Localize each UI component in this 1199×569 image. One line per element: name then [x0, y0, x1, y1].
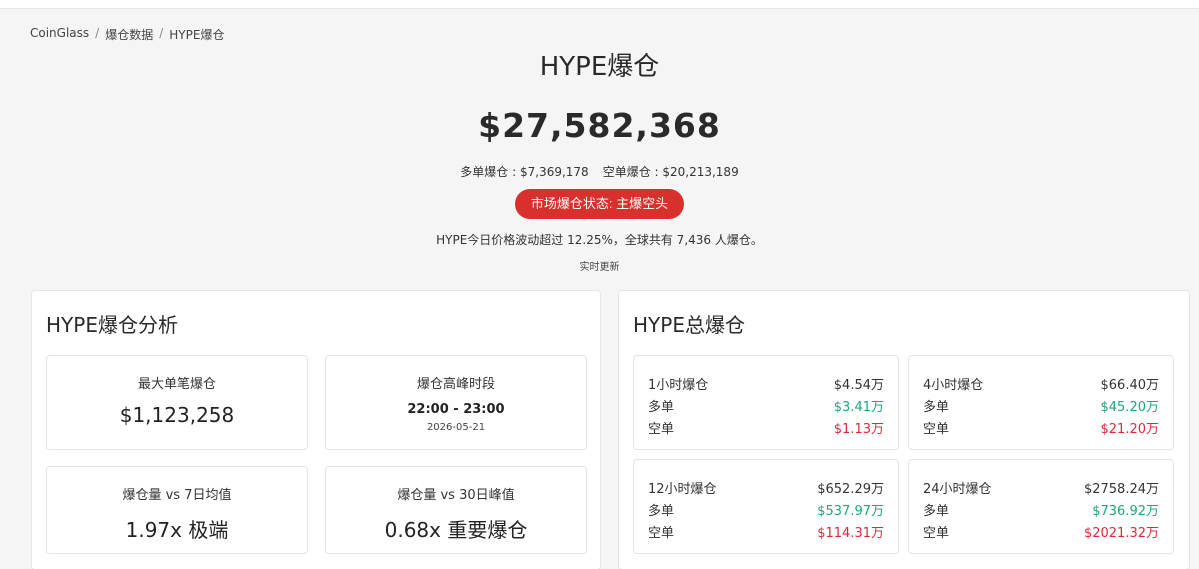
total-liquidation-panel: HYPE总爆仓 1小时爆仓 $4.54万 多单 $3.41万 空单 $1.13万 4小… [618, 290, 1190, 569]
long-row: 多单 $45.20万 [923, 396, 1159, 415]
breadcrumb-separator: / [95, 26, 100, 40]
short-row: 空单 $21.20万 [923, 418, 1159, 437]
card-date: 2026-05-21 [426, 422, 486, 433]
card-label: 12小时爆仓 [648, 482, 717, 497]
long-value: $3.41万 [833, 400, 884, 415]
liquidation-analysis-panel: HYPE爆仓分析 最大单笔爆仓 $1,123,258 爆仓高峰时段 22:00 … [31, 290, 601, 569]
long-label: 多单 [648, 400, 675, 415]
status-wrap: 市场爆仓状态: 主爆空头 [0, 189, 1199, 219]
short-value: $1.13万 [833, 422, 884, 437]
card-label: 爆仓量 vs 30日峰值 [397, 488, 515, 503]
long-value: $736.92万 [1092, 504, 1159, 519]
total-value: $4.54万 [833, 378, 884, 393]
total-row: 4小时爆仓 $66.40万 [923, 374, 1159, 393]
short-value: $114.31万 [817, 526, 884, 541]
liquidation-1h-card: 1小时爆仓 $4.54万 多单 $3.41万 空单 $1.13万 [633, 355, 899, 450]
page-title: HYPE爆仓 [539, 52, 660, 82]
card-label: 爆仓量 vs 7日均值 [122, 488, 232, 503]
volatility-description: HYPE今日价格波动超过 12.25%，全球共有 7,436 人爆仓。 [436, 233, 763, 247]
total-value: $652.29万 [817, 482, 884, 497]
short-liquidation-text: 空单爆仓 : $20,213,189 [602, 165, 739, 179]
long-label: 多单 [923, 400, 950, 415]
total-row: 12小时爆仓 $652.29万 [648, 478, 884, 497]
long-row: 多单 $3.41万 [648, 396, 884, 415]
analysis-title: HYPE爆仓分析 [46, 313, 178, 337]
card-value: 22:00 - 23:00 [407, 402, 505, 417]
short-row: 空单 $114.31万 [648, 522, 884, 541]
total-value: $2758.24万 [1083, 482, 1159, 497]
card-label: 24小时爆仓 [923, 482, 992, 497]
liquidation-4h-card: 4小时爆仓 $66.40万 多单 $45.20万 空单 $21.20万 [908, 355, 1174, 450]
breadcrumb: CoinGlass / 爆仓数据 / HYPE爆仓 [30, 26, 224, 43]
top-bar [0, 0, 1199, 9]
short-label: 空单 [648, 422, 675, 437]
card-value: $1,123,258 [119, 403, 235, 427]
short-label: 空单 [923, 526, 950, 541]
long-row: 多单 $537.97万 [648, 500, 884, 519]
total-value: $66.40万 [1100, 378, 1160, 393]
long-label: 多单 [648, 504, 675, 519]
long-label: 多单 [923, 504, 950, 519]
total-liquidation-title: HYPE总爆仓 [633, 313, 745, 337]
short-label: 空单 [648, 526, 675, 541]
long-short-split: 多单爆仓 : $7,369,178 空单爆仓 : $20,213,189 [0, 163, 1199, 180]
total-row: 24小时爆仓 $2758.24万 [923, 478, 1159, 497]
short-row: 空单 $1.13万 [648, 418, 884, 437]
card-label: 4小时爆仓 [923, 378, 984, 393]
long-row: 多单 $736.92万 [923, 500, 1159, 519]
card-label: 1小时爆仓 [648, 378, 709, 393]
short-label: 空单 [923, 422, 950, 437]
card-value: 1.97x 极端 [125, 518, 229, 542]
market-status-badge[interactable]: 市场爆仓状态: 主爆空头 [514, 189, 685, 219]
short-value: $2021.32万 [1083, 526, 1159, 541]
long-liquidation-text: 多单爆仓 : $7,369,178 [460, 165, 589, 179]
total-row: 1小时爆仓 $4.54万 [648, 374, 884, 393]
breadcrumb-liquidation-link[interactable]: 爆仓数据 [105, 26, 153, 43]
peak-period-card: 爆仓高峰时段 22:00 - 23:00 2026-05-21 [325, 355, 587, 450]
total-liquidation-value: $27,582,368 [478, 106, 721, 145]
vs-7d-average-card: 爆仓量 vs 7日均值 1.97x 极端 [46, 466, 308, 554]
card-label: 最大单笔爆仓 [137, 377, 216, 392]
liquidation-24h-card: 24小时爆仓 $2758.24万 多单 $736.92万 空单 $2021.32万 [908, 459, 1174, 554]
short-value: $21.20万 [1100, 422, 1160, 437]
breadcrumb-separator: / [159, 26, 164, 40]
max-single-liquidation-card: 最大单笔爆仓 $1,123,258 [46, 355, 308, 450]
long-value: $537.97万 [817, 504, 884, 519]
card-value: 0.68x 重要爆仓 [384, 518, 528, 542]
liquidation-12h-card: 12小时爆仓 $652.29万 多单 $537.97万 空单 $114.31万 [633, 459, 899, 554]
vs-30d-peak-card: 爆仓量 vs 30日峰值 0.68x 重要爆仓 [325, 466, 587, 554]
breadcrumb-home-link[interactable]: CoinGlass [30, 26, 89, 43]
breadcrumb-current: HYPE爆仓 [169, 28, 225, 42]
short-row: 空单 $2021.32万 [923, 522, 1159, 541]
card-label: 爆仓高峰时段 [416, 377, 495, 392]
long-value: $45.20万 [1100, 400, 1160, 415]
realtime-update-label: 实时更新 [579, 262, 620, 273]
